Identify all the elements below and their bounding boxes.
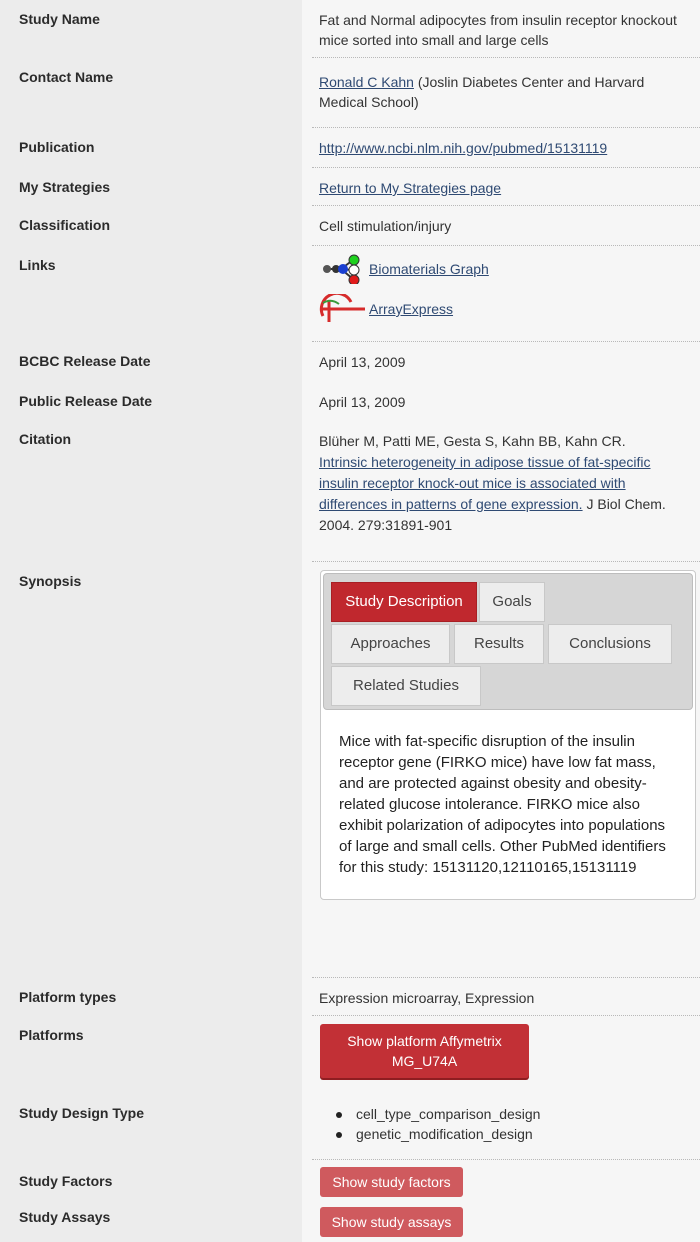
show-study-assays-button[interactable]: Show study assays [320,1207,463,1237]
classification-label: Classification [0,206,302,246]
tab-results[interactable]: Results [454,624,544,664]
row-platform-types: Platform types Expression microarray, Ex… [0,978,700,1016]
study-factors-label: Study Factors [0,1160,302,1200]
contact-value: Ronald C Kahn (Joslin Diabetes Center an… [302,58,700,128]
tab-related-studies[interactable]: Related Studies [331,666,481,706]
study-name-value: Fat and Normal adipocytes from insulin r… [302,0,700,58]
row-study-assays: Study Assays Show study assays [0,1200,700,1242]
citation-authors: Blüher M, Patti ME, Gesta S, Kahn BB, Ka… [319,433,626,449]
row-links: Links Biomaterials Graph ArrayExpress [0,246,700,342]
citation-label: Citation [0,420,302,562]
row-classification: Classification Cell stimulation/injury [0,206,700,246]
publication-label: Publication [0,128,302,168]
synopsis-description-text: Mice with fat-specific disruption of the… [339,733,666,876]
study-assays-label: Study Assays [0,1200,302,1242]
row-bcbc-release-date: BCBC Release Date April 13, 2009 [0,342,700,382]
tab-study-description[interactable]: Study Description [331,582,477,622]
public-release-date-value: April 13, 2009 [302,382,700,420]
return-to-strategies-link[interactable]: Return to My Strategies page [319,180,501,196]
contact-link[interactable]: Ronald C Kahn [319,74,414,90]
publication-link[interactable]: http://www.ncbi.nlm.nih.gov/pubmed/15131… [319,140,607,156]
biomaterials-graph-icon [319,254,367,286]
row-public-release-date: Public Release Date April 13, 2009 [0,382,700,420]
links-value: Biomaterials Graph ArrayExpress [302,246,700,342]
biomaterials-graph-link[interactable]: Biomaterials Graph [369,259,489,279]
list-item: cell_type_comparison_design [336,1104,540,1124]
biomaterials-graph-entry: Biomaterials Graph [319,254,690,286]
row-publication: Publication http://www.ncbi.nlm.nih.gov/… [0,128,700,168]
my-strategies-value: Return to My Strategies page [302,168,700,206]
row-my-strategies: My Strategies Return to My Strategies pa… [0,168,700,206]
row-contact: Contact Name Ronald C Kahn (Joslin Diabe… [0,58,700,128]
show-study-factors-button[interactable]: Show study factors [320,1167,463,1197]
row-study-name: Study Name Fat and Normal adipocytes fro… [0,0,700,58]
platform-types-value: Expression microarray, Expression [302,978,700,1016]
bcbc-release-date-value: April 13, 2009 [302,342,700,382]
synopsis-label: Synopsis [0,562,302,978]
row-study-factors: Study Factors Show study factors [0,1160,700,1200]
arrayexpress-icon [319,291,367,324]
arrayexpress-link[interactable]: ArrayExpress [369,299,453,319]
tab-approaches[interactable]: Approaches [331,624,450,664]
bcbc-release-date-label: BCBC Release Date [0,342,302,382]
links-label: Links [0,246,302,342]
row-study-design-type: Study Design Type cell_type_comparison_d… [0,1094,700,1160]
study-name-label: Study Name [0,0,302,58]
arrayexpress-entry: ArrayExpress [319,291,690,324]
citation-value: Blüher M, Patti ME, Gesta S, Kahn BB, Ka… [302,420,700,562]
row-citation: Citation Blüher M, Patti ME, Gesta S, Ka… [0,420,700,562]
tab-conclusions[interactable]: Conclusions [548,624,672,664]
publication-value: http://www.ncbi.nlm.nih.gov/pubmed/15131… [302,128,700,168]
synopsis-tab-bar: Study Description Goals Approaches Resul… [323,573,693,710]
classification-value: Cell stimulation/injury [302,206,700,246]
contact-label: Contact Name [0,58,302,128]
study-design-list: cell_type_comparison_design genetic_modi… [336,1104,540,1144]
platform-types-label: Platform types [0,978,302,1016]
my-strategies-label: My Strategies [0,168,302,206]
study-design-type-label: Study Design Type [0,1094,302,1160]
row-platforms: Platforms Show platform Affymetrix MG_U7… [0,1016,700,1094]
public-release-date-label: Public Release Date [0,382,302,420]
list-item: genetic_modification_design [336,1124,540,1144]
platforms-label: Platforms [0,1016,302,1094]
synopsis-panel: Study Description Goals Approaches Resul… [320,570,696,900]
show-platform-button[interactable]: Show platform Affymetrix MG_U74A [320,1024,529,1078]
tab-goals[interactable]: Goals [479,582,545,622]
row-synopsis: Synopsis Study Description Goals Approac… [0,562,700,978]
